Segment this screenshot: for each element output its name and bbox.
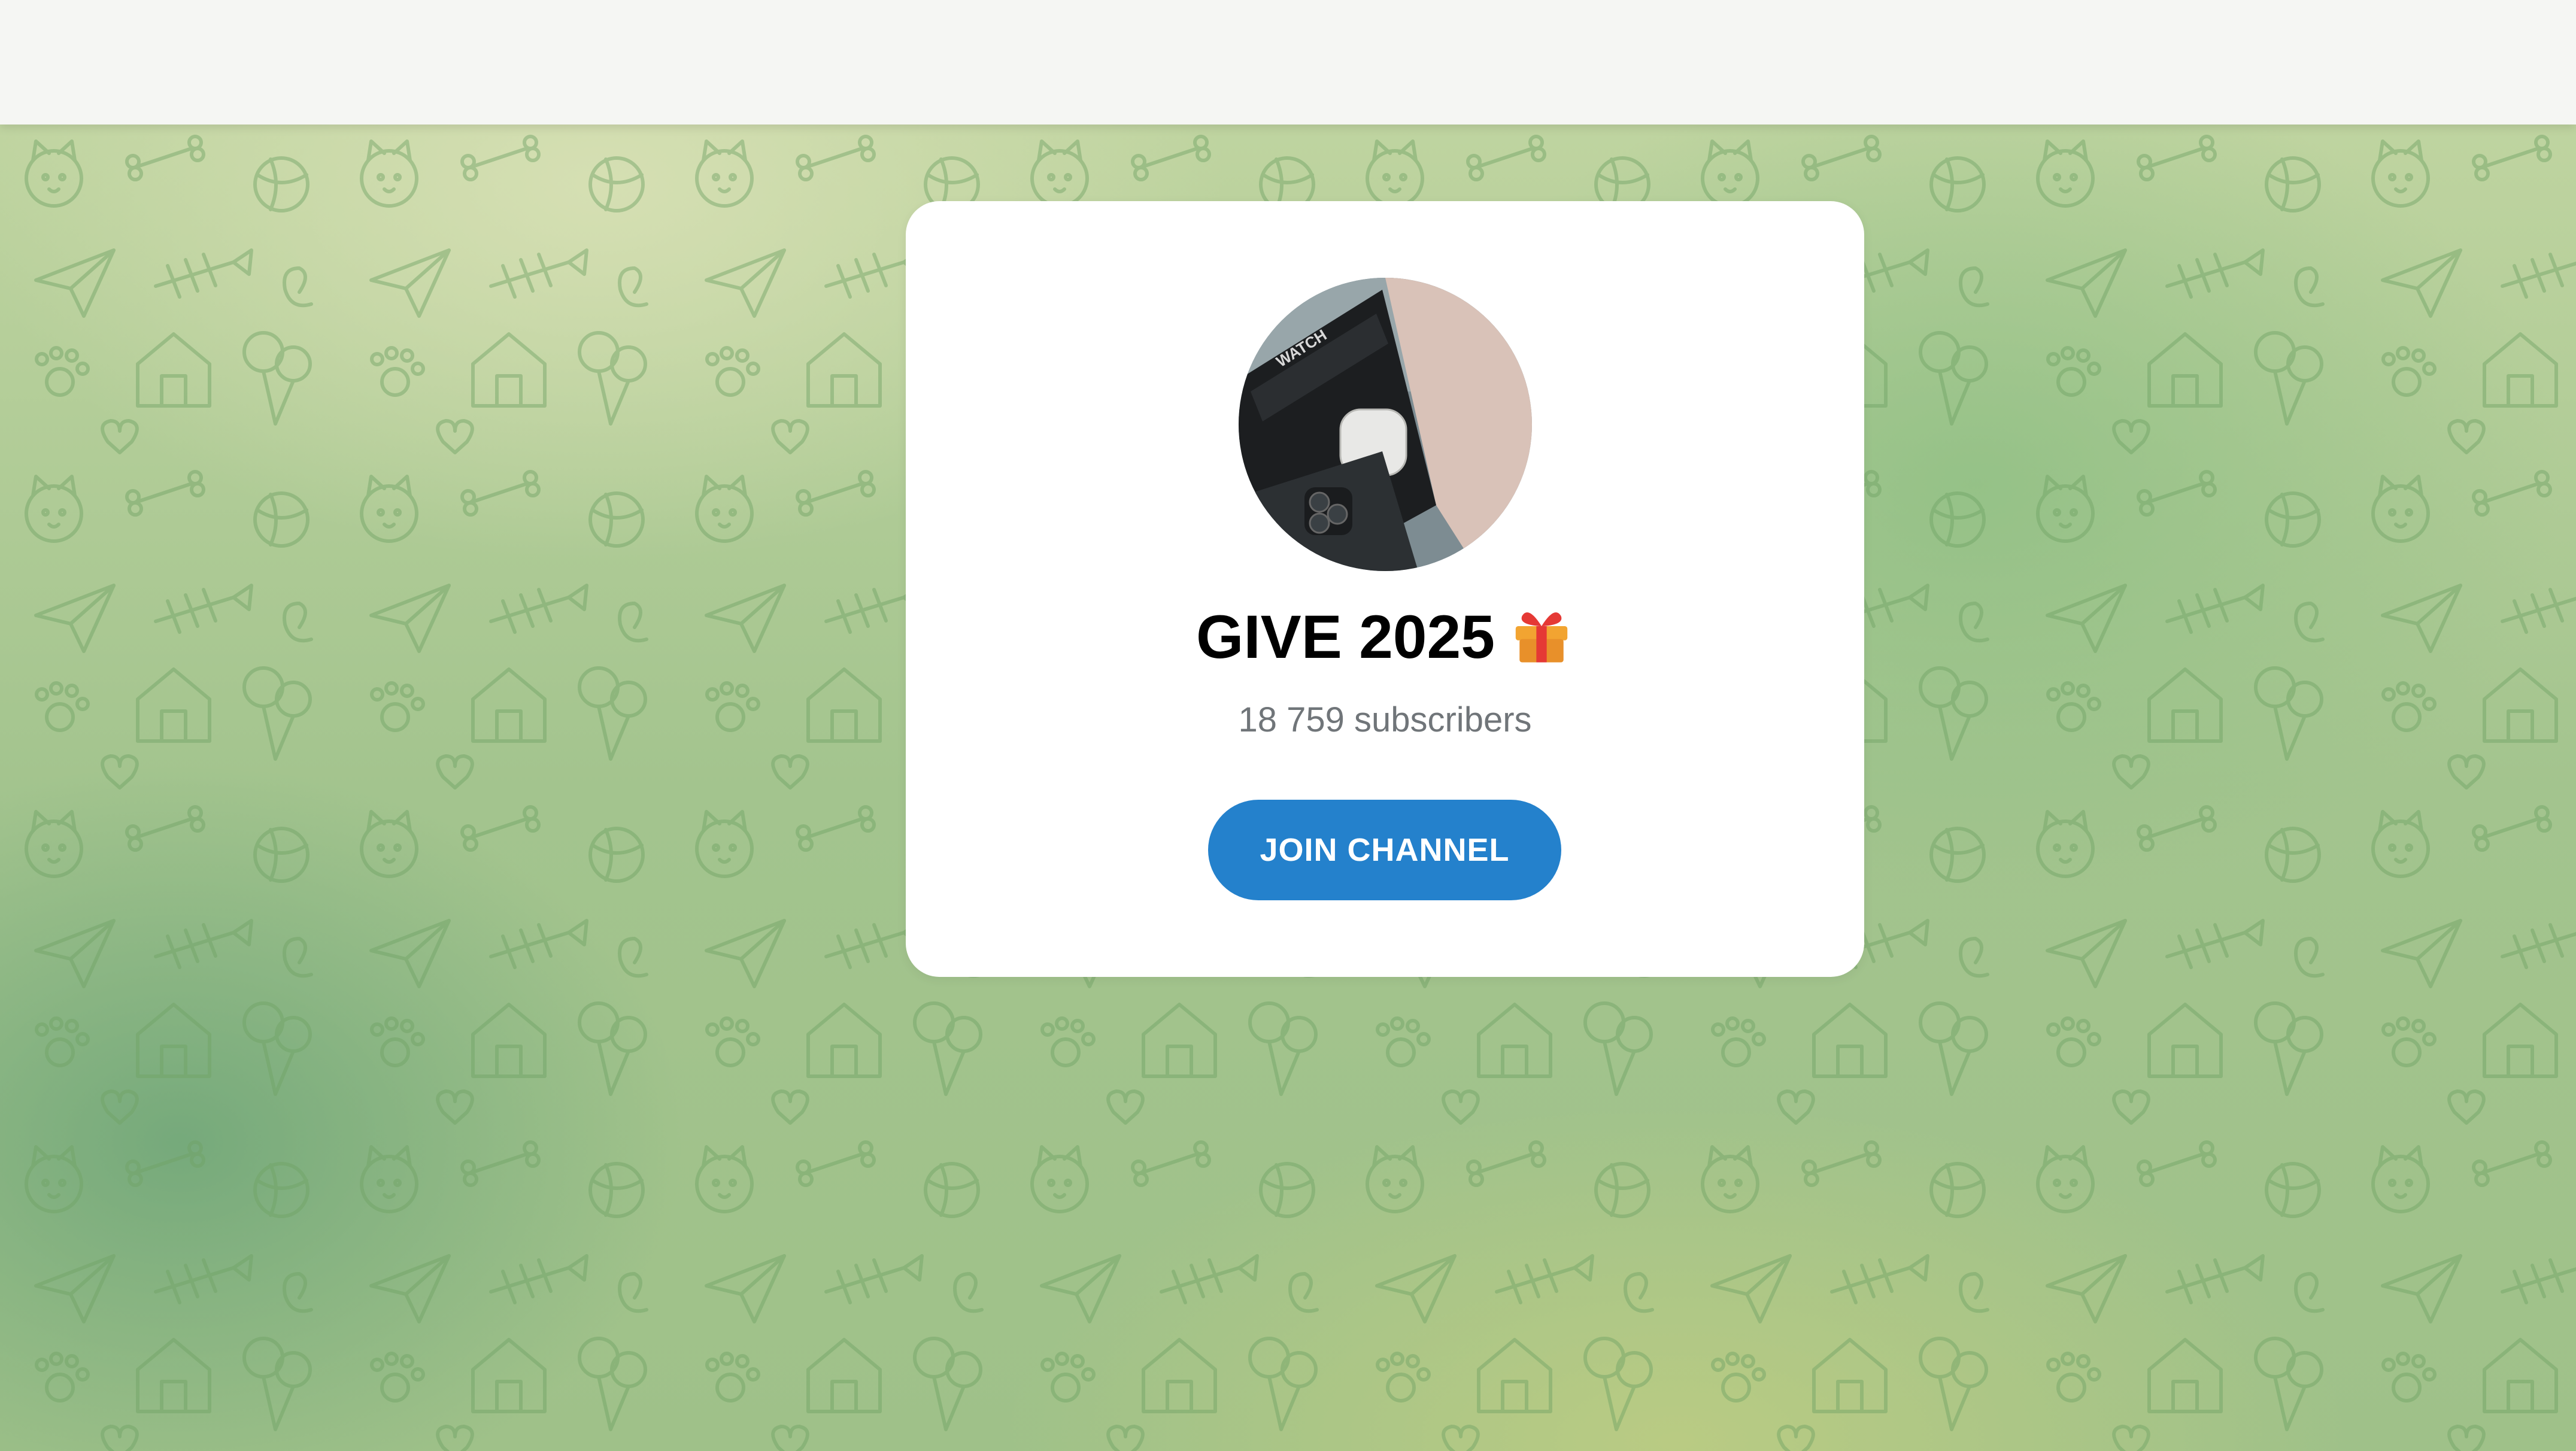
- channel-title: GIVE 2025: [1196, 603, 1495, 671]
- avatar-image: WATCH: [1239, 278, 1532, 571]
- channel-card: WATCH GIVE 2025 18 759 subscribers JOIN …: [906, 201, 1864, 977]
- subscriber-count: 18 759 subscribers: [1238, 700, 1532, 739]
- channel-title-row: GIVE 2025: [906, 601, 1864, 673]
- gift-icon: [1515, 612, 1568, 663]
- top-bar: [0, 0, 2576, 125]
- channel-avatar: WATCH: [1239, 278, 1532, 571]
- join-channel-button[interactable]: JOIN CHANNEL: [1208, 800, 1561, 900]
